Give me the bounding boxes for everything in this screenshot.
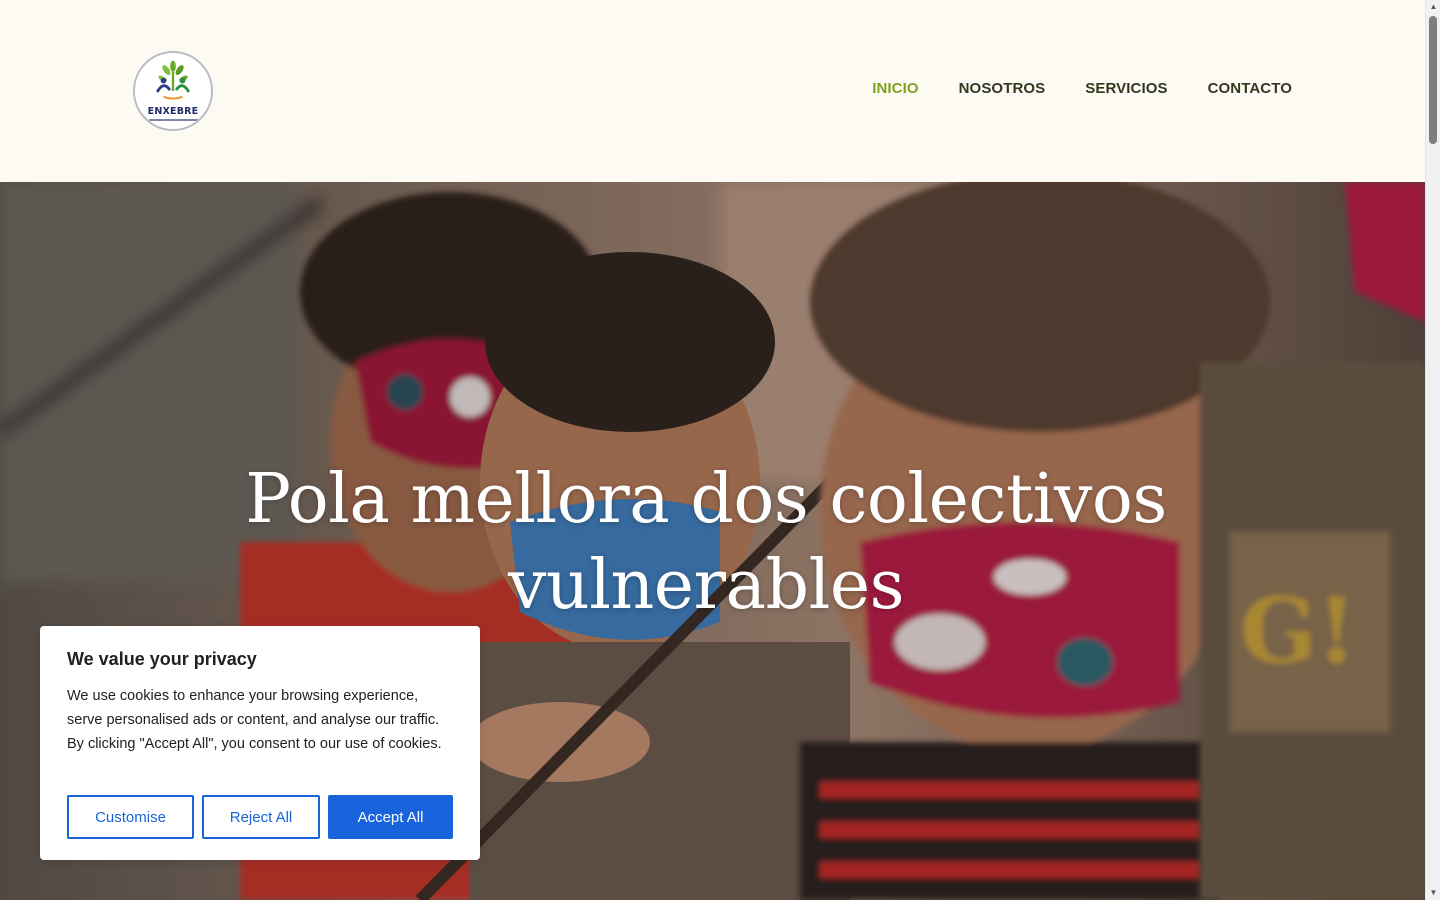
scroll-up-arrow-icon[interactable]: ▲	[1426, 0, 1440, 14]
hero-title-line-1: Pola mellora dos colectivos	[245, 460, 1167, 539]
scrollbar-thumb[interactable]	[1429, 16, 1437, 144]
scroll-down-arrow-icon[interactable]: ▼	[1426, 886, 1440, 900]
nav-item-nosotros[interactable]: NOSOTROS	[959, 80, 1046, 97]
hero-title: Pola mellora dos colectivos vulnerables	[220, 457, 1192, 629]
site-header: ENXEBRE INICIO NOSOTROS SERVICIOS CONTAC…	[0, 0, 1425, 182]
customise-button[interactable]: Customise	[67, 795, 194, 839]
cookie-title: We value your privacy	[67, 649, 257, 669]
tree-people-icon	[156, 60, 190, 100]
page-scrollbar[interactable]: ▲ ▼	[1425, 0, 1440, 900]
cookie-consent-banner: We value your privacy We use cookies to …	[40, 626, 480, 860]
nav-item-contacto[interactable]: CONTACTO	[1208, 80, 1292, 97]
reject-all-button[interactable]: Reject All	[202, 795, 320, 839]
logo-tagline-line	[149, 119, 199, 121]
cookie-description: We use cookies to enhance your browsing …	[67, 688, 442, 752]
nav-item-servicios[interactable]: SERVICIOS	[1085, 80, 1167, 97]
logo-text: ENXEBRE	[147, 106, 199, 117]
main-navigation: INICIO NOSOTROS SERVICIOS CONTACTO	[872, 80, 1292, 97]
accept-all-button[interactable]: Accept All	[328, 795, 453, 839]
nav-item-inicio[interactable]: INICIO	[872, 80, 918, 97]
enxebre-logo[interactable]: ENXEBRE	[133, 51, 213, 131]
cookie-actions: Customise Reject All Accept All	[67, 795, 453, 839]
hero-title-line-2: vulnerables	[508, 546, 904, 625]
